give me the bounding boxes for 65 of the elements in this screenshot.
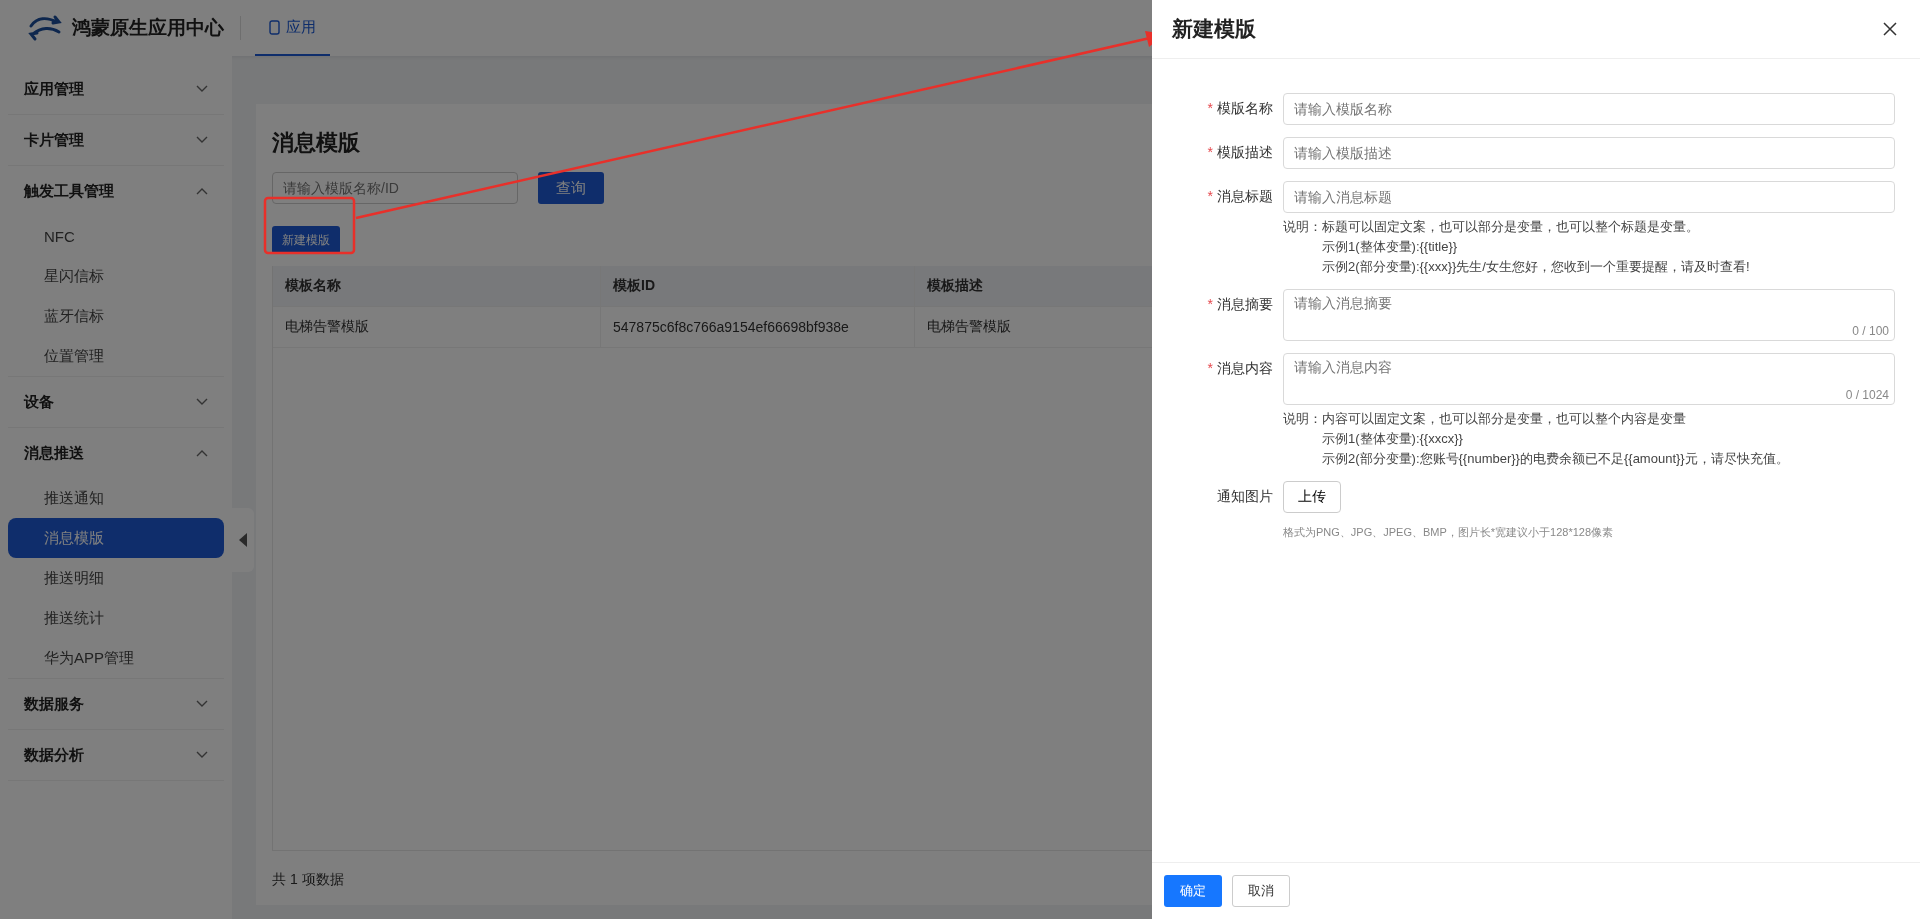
menu-group[interactable]: 应用管理 (8, 64, 224, 114)
menu-item[interactable]: 华为APP管理 (8, 638, 224, 678)
menu-group[interactable]: 数据服务 (8, 679, 224, 729)
chevron-icon (196, 85, 208, 93)
required-mark: * (1207, 188, 1213, 204)
chevron-icon (196, 449, 208, 457)
menu-group[interactable]: 消息推送 (8, 428, 224, 478)
upload-button[interactable]: 上传 (1283, 481, 1341, 513)
drawer-title: 新建模版 (1172, 16, 1256, 42)
note-text: 示例2(部分变量):{{xxx}}先生/女生您好，您收到一个重要提醒，请及时查看! (1322, 258, 1750, 276)
chevron-icon (196, 751, 208, 759)
note-prefix: 说明： (1283, 410, 1322, 428)
logo-icon (28, 14, 62, 42)
column-header: 模板名称 (273, 266, 601, 306)
text-input[interactable]: 请输入消息标题 (1283, 181, 1895, 213)
menu-item[interactable]: 推送通知 (8, 478, 224, 518)
menu-group[interactable]: 设备 (8, 377, 224, 427)
menu-item[interactable]: 推送明细 (8, 558, 224, 598)
note-text: 示例1(整体变量):{{xxcx}} (1322, 430, 1464, 448)
note-text: 示例2(部分变量):您账号{{number}}的电费余额已不足{{amount}}元，请尽快充值。 (1322, 450, 1789, 468)
app-name: 鸿蒙原生应用中心 (72, 16, 224, 40)
field-label: 模版描述 (1217, 144, 1273, 162)
menu-item[interactable]: 蓝牙信标 (8, 296, 224, 336)
field-label: 消息内容 (1217, 360, 1273, 378)
menu-group[interactable]: 触发工具管理 (8, 166, 224, 216)
note-text: 内容可以固定文案，也可以部分是变量，也可以整个内容是变量 (1322, 410, 1687, 428)
new-template-button[interactable]: 新建模版 (272, 226, 340, 254)
required-mark: * (1207, 144, 1213, 160)
table-cell: 电梯告警模版 (273, 307, 601, 347)
menu-item[interactable]: 星闪信标 (8, 256, 224, 296)
required-mark: * (1207, 100, 1213, 116)
cancel-button[interactable]: 取消 (1232, 875, 1290, 907)
chevron-icon (196, 700, 208, 708)
text-input[interactable]: 请输入模版名称 (1283, 93, 1895, 125)
chevron-icon (196, 136, 208, 144)
table-cell: 547875c6f8c766a9154ef66698bf938e (601, 307, 915, 347)
total-count: 共 1 项数据 (272, 871, 345, 889)
phone-icon (269, 19, 280, 35)
menu-group[interactable]: 卡片管理 (8, 115, 224, 165)
required-mark: * (1207, 360, 1213, 376)
collapse-handle[interactable] (232, 508, 254, 572)
close-button[interactable] (1882, 21, 1898, 37)
hint-text: 格式为PNG、JPG、JPEG、BMP，图片长*宽建议小于128*128像素 (1283, 525, 1615, 540)
char-counter: 0 / 1024 (1845, 388, 1889, 402)
column-header: 模板ID (601, 266, 915, 306)
chevron-icon (196, 187, 208, 195)
page-title: 消息模版 (272, 129, 360, 157)
note-text: 标题可以固定文案，也可以部分是变量，也可以整个标题是变量。 (1322, 218, 1700, 236)
menu-item[interactable]: 位置管理 (8, 336, 224, 376)
menu-item[interactable]: 消息模版 (8, 518, 224, 558)
menu-item[interactable]: 推送统计 (8, 598, 224, 638)
search-button[interactable]: 查询 (538, 172, 604, 204)
note-prefix: 说明： (1283, 218, 1322, 236)
text-input[interactable]: 请输入模版描述 (1283, 137, 1895, 169)
nav-tab[interactable]: 应用 (255, 0, 330, 56)
chevron-icon (196, 398, 208, 406)
menu-item[interactable]: NFC (8, 216, 224, 256)
char-counter: 0 / 100 (1852, 324, 1889, 338)
confirm-button[interactable]: 确定 (1164, 875, 1222, 907)
field-label: 通知图片 (1217, 488, 1273, 506)
search-field[interactable]: 请输入模版名称/ID (272, 172, 518, 204)
field-label: 模版名称 (1217, 100, 1273, 118)
field-label: 消息标题 (1217, 188, 1273, 206)
note-text: 示例1(整体变量):{{title}} (1322, 238, 1459, 256)
menu-group[interactable]: 数据分析 (8, 730, 224, 780)
